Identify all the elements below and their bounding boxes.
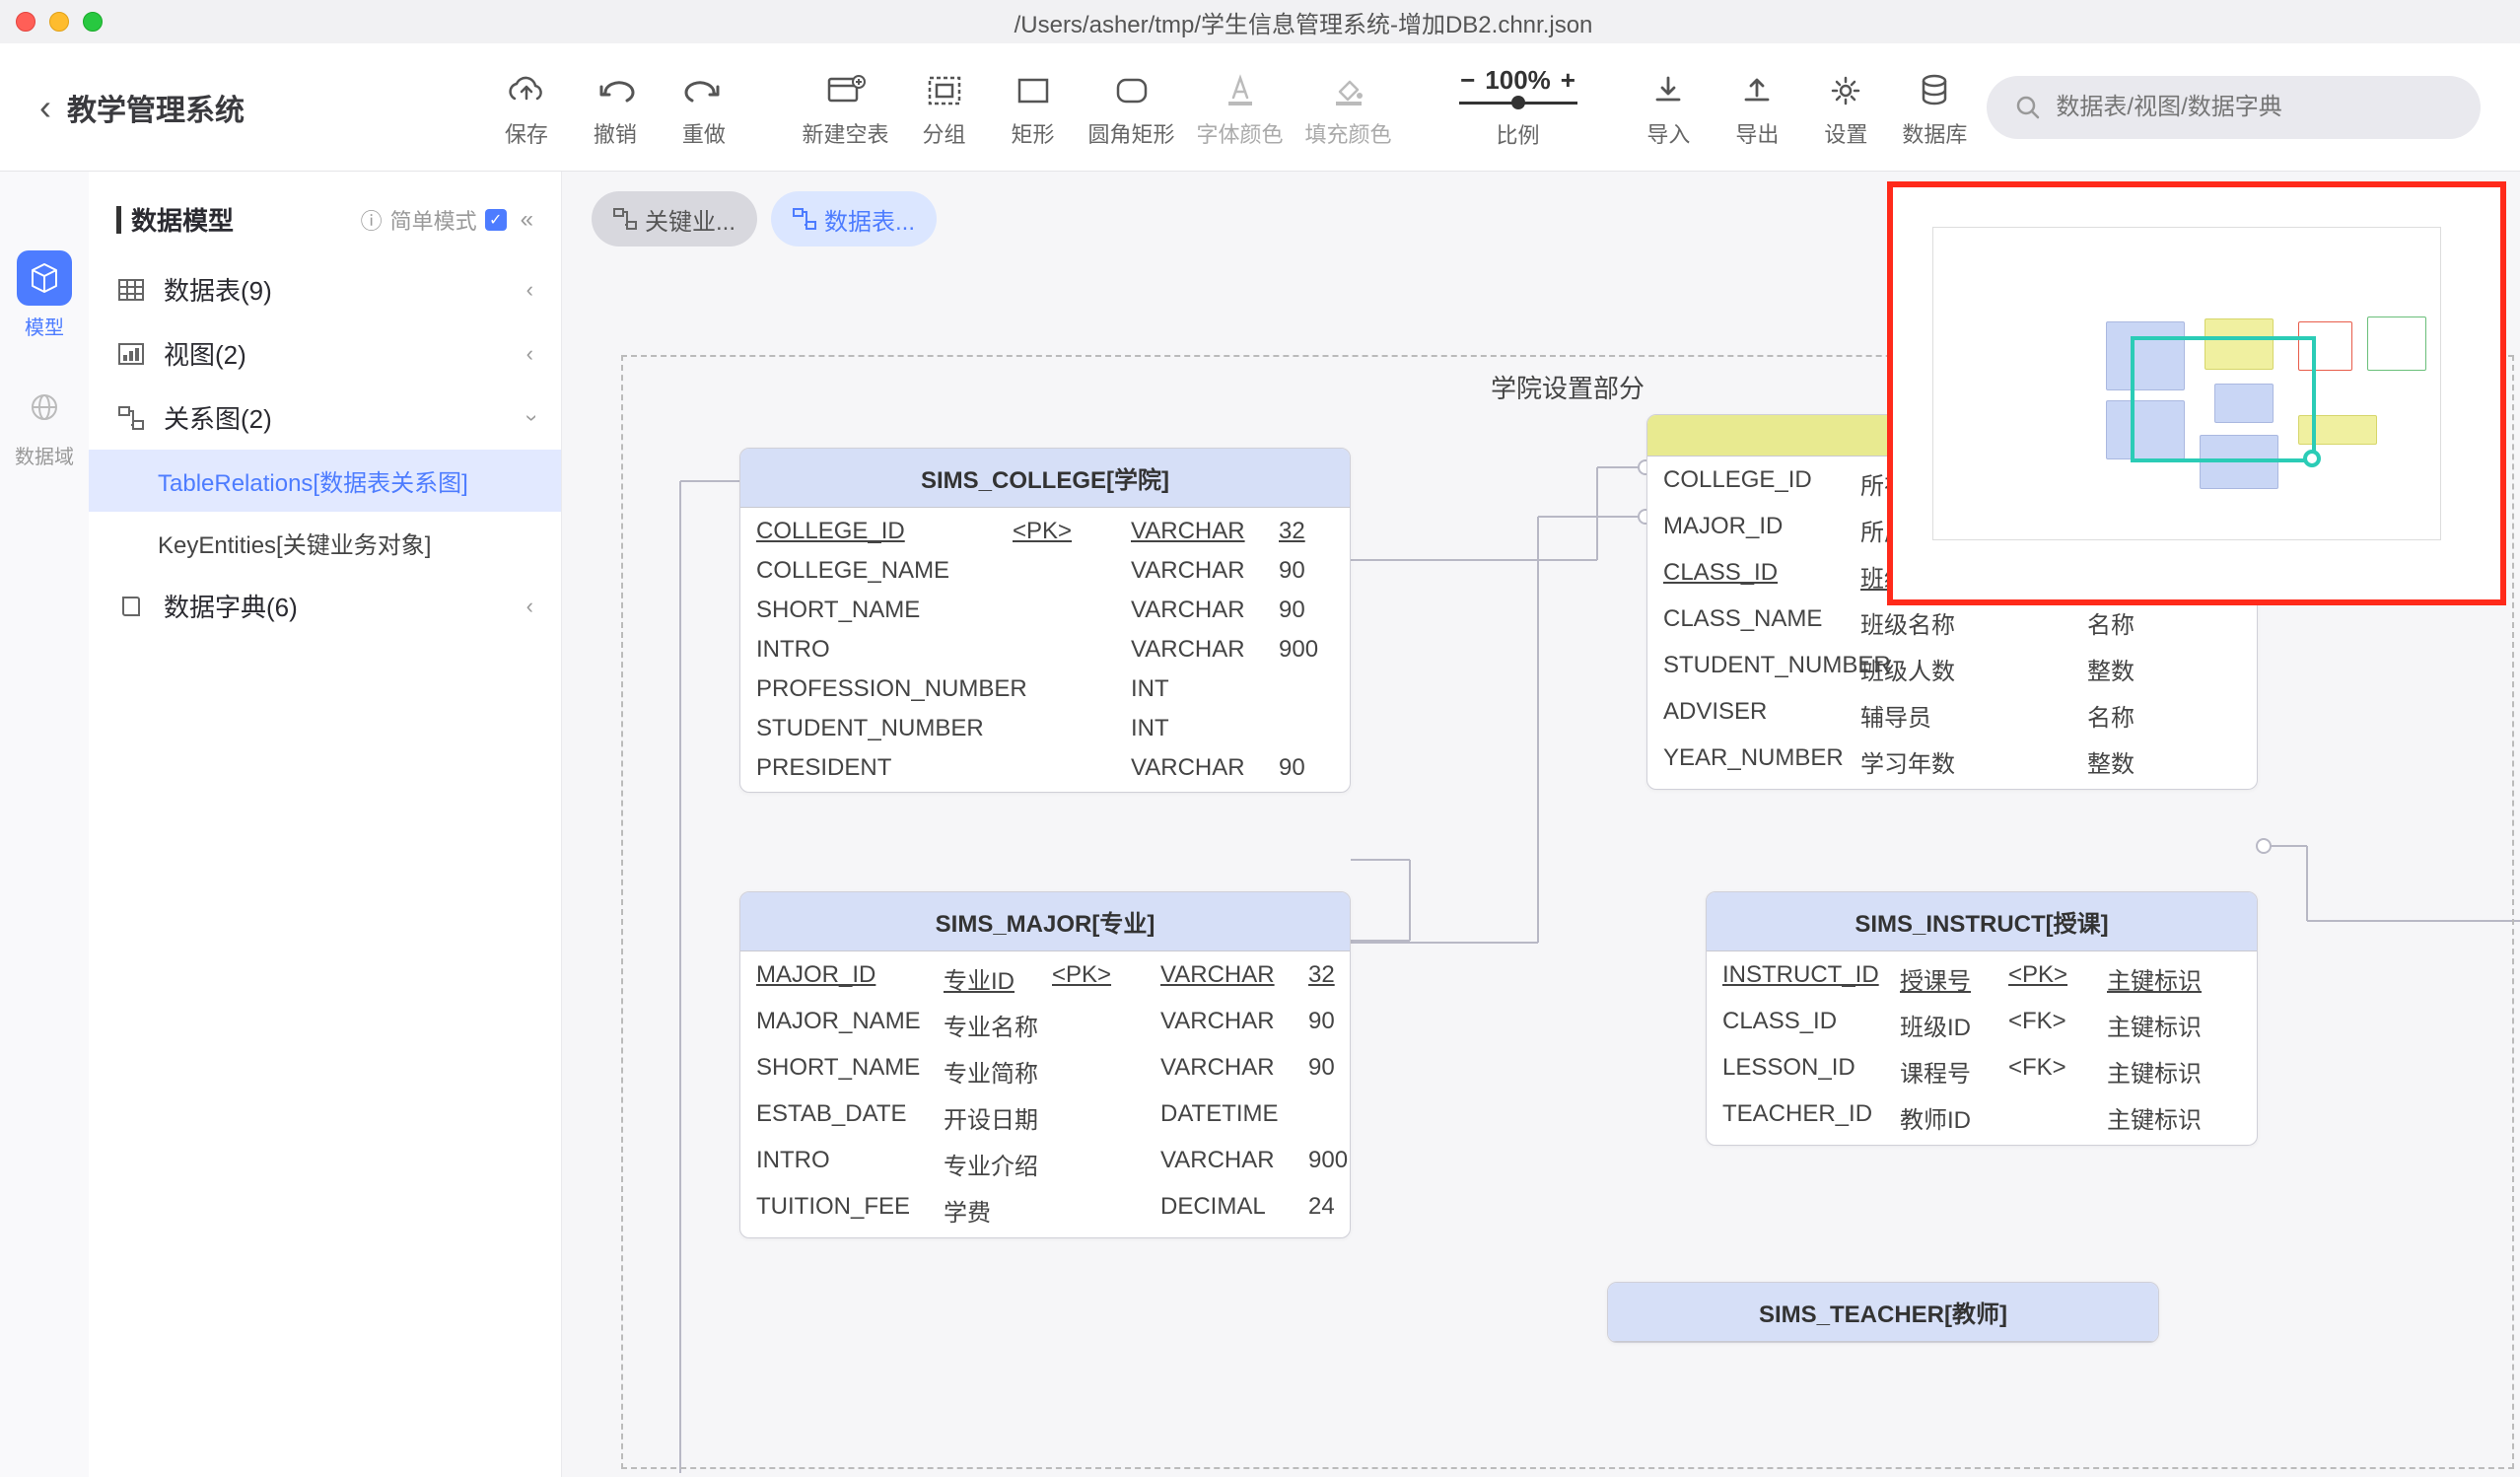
- table-row[interactable]: ESTAB_DATE开设日期DATETIME: [740, 1094, 1350, 1141]
- search-icon: [2014, 94, 2042, 121]
- save-button[interactable]: 保存: [482, 58, 571, 157]
- table-row[interactable]: SHORT_NAME专业简称VARCHAR90: [740, 1048, 1350, 1094]
- app-title: 教学管理系统: [67, 86, 245, 129]
- table-row[interactable]: TUITION_FEE学费DECIMAL24: [740, 1187, 1350, 1233]
- tree-key-entities[interactable]: KeyEntities[关键业务对象]: [89, 512, 561, 574]
- table-row[interactable]: TEACHER_ID教师ID主键标识: [1707, 1094, 2257, 1141]
- table-row[interactable]: COLLEGE_ID<PK>VARCHAR32: [740, 512, 1350, 551]
- top-toolbar: ‹ 教学管理系统 保存 撤销 重做 新建空表 分组 矩形: [0, 43, 2520, 172]
- rect-button[interactable]: 矩形: [989, 58, 1078, 157]
- cube-icon: [28, 261, 61, 295]
- chevron-down-icon: ‹: [517, 414, 542, 421]
- tree-table-relations[interactable]: TableRelations[数据表关系图]: [89, 450, 561, 512]
- new-table-icon: [826, 74, 866, 107]
- mode-toggle[interactable]: ⓘ 简单模式 ✓: [361, 204, 507, 236]
- new-table-button[interactable]: 新建空表: [792, 58, 900, 157]
- font-color-button[interactable]: 字体颜色: [1186, 58, 1295, 157]
- round-rect-button[interactable]: 圆角矩形: [1078, 58, 1186, 157]
- chevron-right-icon: ‹: [526, 594, 533, 619]
- redo-icon: [684, 75, 724, 106]
- table-row[interactable]: INSTRUCT_ID授课号<PK>主键标识: [1707, 955, 2257, 1002]
- book-icon: [116, 595, 146, 618]
- table-grid-icon: [116, 279, 146, 301]
- table-row[interactable]: COLLEGE_NAMEVARCHAR90: [740, 551, 1350, 591]
- rail-domain[interactable]: 数据域: [15, 380, 74, 469]
- table-row[interactable]: PRESIDENTVARCHAR90: [740, 748, 1350, 788]
- sidebar-collapse-button[interactable]: «: [521, 206, 533, 234]
- erd-table-major[interactable]: SIMS_MAJOR[专业] MAJOR_ID专业ID<PK>VARCHAR32…: [739, 891, 1351, 1238]
- window-title: /Users/asher/tmp/学生信息管理系统-增加DB2.chnr.jso…: [103, 5, 2504, 39]
- cloud-upload-icon: [505, 73, 548, 108]
- rail-model[interactable]: 模型: [15, 250, 74, 340]
- chevron-right-icon: ‹: [526, 341, 533, 367]
- table-row[interactable]: MAJOR_ID专业ID<PK>VARCHAR32: [740, 955, 1350, 1002]
- table-row[interactable]: STUDENT_NUMBERINT: [740, 709, 1350, 748]
- export-icon: [1740, 74, 1774, 107]
- search-input[interactable]: [2056, 94, 2453, 121]
- round-rect-icon: [1114, 76, 1150, 106]
- traffic-lights: [16, 12, 103, 32]
- close-window-button[interactable]: [16, 12, 35, 32]
- fill-color-icon: [1332, 74, 1365, 107]
- table-row[interactable]: MAJOR_NAME专业名称VARCHAR90: [740, 1002, 1350, 1048]
- database-button[interactable]: 数据库: [1890, 58, 1979, 157]
- group-button[interactable]: 分组: [900, 58, 989, 157]
- table-row[interactable]: SHORT_NAMEVARCHAR90: [740, 591, 1350, 630]
- table-row[interactable]: LESSON_ID课程号<FK>主键标识: [1707, 1048, 2257, 1094]
- table-row[interactable]: CLASS_NAME班级名称名称: [1647, 599, 2257, 646]
- table-row[interactable]: INTRO专业介绍VARCHAR900: [740, 1141, 1350, 1187]
- redo-button[interactable]: 重做: [660, 58, 748, 157]
- undo-button[interactable]: 撤销: [571, 58, 660, 157]
- undo-icon: [595, 75, 635, 106]
- back-button[interactable]: ‹: [39, 87, 51, 128]
- erd-table-instruct[interactable]: SIMS_INSTRUCT[授课] INSTRUCT_ID授课号<PK>主键标识…: [1706, 891, 2258, 1146]
- table-row[interactable]: YEAR_NUMBER学习年数整数: [1647, 738, 2257, 785]
- search-box[interactable]: [1987, 76, 2481, 139]
- zoom-out-button[interactable]: −: [1460, 65, 1475, 96]
- table-row[interactable]: STUDENT_NUMBER班级人数整数: [1647, 646, 2257, 692]
- zoom-control[interactable]: − 100% + 比例: [1445, 65, 1590, 150]
- chevron-right-icon: ‹: [526, 277, 533, 303]
- canvas[interactable]: 关键业... 数据表... 学院设置部分: [562, 172, 2520, 1477]
- export-button[interactable]: 导出: [1713, 58, 1801, 157]
- settings-button[interactable]: 设置: [1801, 58, 1890, 157]
- tree-relations[interactable]: 关系图(2) ‹: [89, 386, 561, 450]
- gear-icon: [1829, 74, 1862, 107]
- tree-dictionary[interactable]: 数据字典(6) ‹: [89, 574, 561, 638]
- chart-icon: [116, 343, 146, 365]
- sidebar-title: 数据模型: [131, 201, 361, 238]
- group-icon: [927, 75, 962, 106]
- import-button[interactable]: 导入: [1624, 58, 1713, 157]
- zoom-slider[interactable]: [1459, 102, 1577, 105]
- import-icon: [1651, 74, 1685, 107]
- table-row[interactable]: PROFESSION_NUMBERINT: [740, 669, 1350, 709]
- erd-table-college[interactable]: SIMS_COLLEGE[学院] COLLEGE_ID<PK>VARCHAR32…: [739, 448, 1351, 793]
- maximize-window-button[interactable]: [83, 12, 103, 32]
- font-color-icon: [1225, 74, 1256, 107]
- zoom-value: 100%: [1485, 65, 1551, 96]
- table-row[interactable]: INTROVARCHAR900: [740, 630, 1350, 669]
- table-row[interactable]: ADVISER辅导员名称: [1647, 692, 2257, 738]
- zoom-in-button[interactable]: +: [1561, 65, 1575, 96]
- fill-color-button[interactable]: 填充颜色: [1295, 58, 1403, 157]
- globe-icon: [28, 390, 61, 424]
- relation-icon: [116, 406, 146, 430]
- minimap[interactable]: [1887, 181, 2506, 605]
- sidebar: 数据模型 ⓘ 简单模式 ✓ « 数据表(9) ‹ 视图(2) ‹ 关系图(2) …: [89, 172, 562, 1477]
- tree-views[interactable]: 视图(2) ‹: [89, 321, 561, 386]
- mode-checkbox[interactable]: ✓: [485, 209, 507, 231]
- tree-tables[interactable]: 数据表(9) ‹: [89, 257, 561, 321]
- titlebar: /Users/asher/tmp/学生信息管理系统-增加DB2.chnr.jso…: [0, 0, 2520, 43]
- minimap-viewport[interactable]: [2131, 336, 2316, 462]
- erd-table-teacher[interactable]: SIMS_TEACHER[教师]: [1607, 1282, 2159, 1343]
- database-icon: [1918, 73, 1951, 108]
- rect-icon: [1015, 76, 1051, 106]
- table-row[interactable]: CLASS_ID班级ID<FK>主键标识: [1707, 1002, 2257, 1048]
- left-rail: 模型 数据域: [0, 172, 89, 1477]
- minimize-window-button[interactable]: [49, 12, 69, 32]
